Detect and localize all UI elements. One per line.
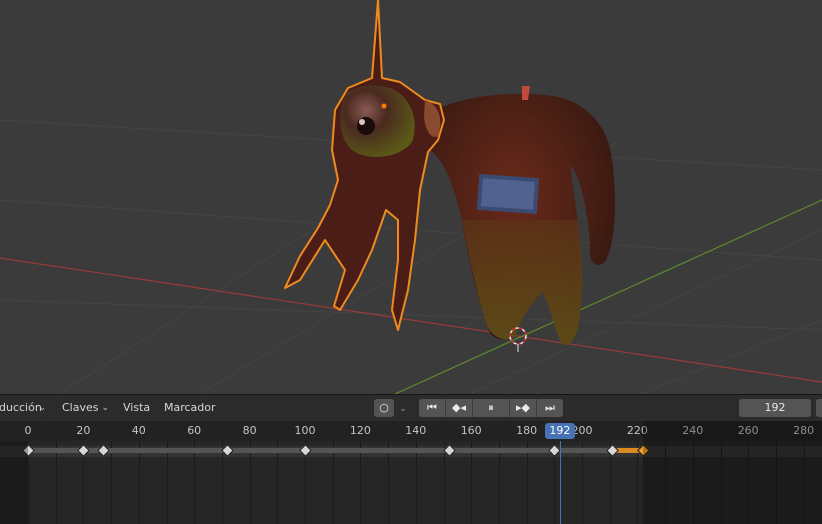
grid-line [222,441,223,524]
grid-line [277,441,278,524]
out-of-range-right [642,421,822,524]
hold-bar [449,448,555,453]
grid-line [388,441,389,524]
hold-bar [227,448,305,453]
grid-line [582,441,583,524]
record-circle-icon: ○ [379,401,389,414]
hold-bar [28,448,84,453]
viewport-scene[interactable] [0,0,822,394]
jump-start-icon[interactable]: ⏮ [419,399,446,417]
playback-menu[interactable]: ducción ⌄ [0,399,49,417]
auto-keying-button[interactable]: ○ [374,399,394,417]
playhead-line[interactable] [560,441,561,524]
grid-line [416,441,417,524]
ruler-tick-label: 140 [405,424,427,437]
grid-line [444,441,445,524]
grid-line [471,441,472,524]
grid-line [139,441,140,524]
pause-icon[interactable]: ⏸ [473,399,510,417]
hold-bar [554,448,613,453]
keying-menu[interactable]: Claves ⌄ [57,399,112,417]
chevron-down-icon: ⌄ [38,403,46,413]
timeline-header: ducción ⌄ Claves ⌄ Vista Marcador ○ ⌄ ⏮ … [0,394,822,421]
ruler-tick-label: 180 [516,424,538,437]
grid-line [637,441,638,524]
selected-head-object [284,0,445,331]
keying-menu-label: Claves [62,401,99,414]
ruler-tick-label: 60 [187,424,202,437]
grid-line [194,441,195,524]
grid-line [527,441,528,524]
jump-end-icon[interactable]: ⏭ [537,399,563,417]
ruler-tick-label: 120 [349,424,371,437]
ruler-tick-label: 160 [460,424,482,437]
hold-bar [102,448,228,453]
eye [357,117,375,135]
grid-line [499,441,500,524]
prev-keyframe-icon[interactable]: ◆◂ [446,399,473,417]
preview-range-button[interactable] [816,399,822,417]
blender-window: ducción ⌄ Claves ⌄ Vista Marcador ○ ⌄ ⏮ … [0,0,822,524]
grid-line [250,441,251,524]
grid-line [167,441,168,524]
next-keyframe-icon[interactable]: ▸◆ [510,399,537,417]
current-frame-badge[interactable]: 192 [544,423,575,439]
ruler-tick-label: 0 [24,424,32,437]
grid-line [56,441,57,524]
chevron-down-icon: ⌄ [101,403,109,413]
ruler-tick-label: 20 [76,424,91,437]
ruler-tick-label: 40 [131,424,146,437]
playback-controls: ⏮ ◆◂ ⏸ ▸◆ ⏭ [419,399,563,417]
chevron-down-icon: ⌄ [399,404,407,414]
x-axis-line [0,257,822,383]
hold-bar [305,448,450,453]
playback-menu-label: ducción [0,401,42,414]
marker-menu[interactable]: Marcador [164,395,216,421]
grid-line [333,441,334,524]
out-of-range-left [0,441,28,524]
grid-line [111,441,112,524]
auto-keying-options[interactable]: ⌄ [396,399,410,417]
current-frame-field[interactable]: 192 [739,399,811,417]
ruler-tick-label: 100 [294,424,316,437]
grid-line [360,441,361,524]
3d-viewport[interactable] [0,0,822,394]
ruler-tick-label: 80 [242,424,257,437]
view-menu[interactable]: Vista [123,395,150,421]
